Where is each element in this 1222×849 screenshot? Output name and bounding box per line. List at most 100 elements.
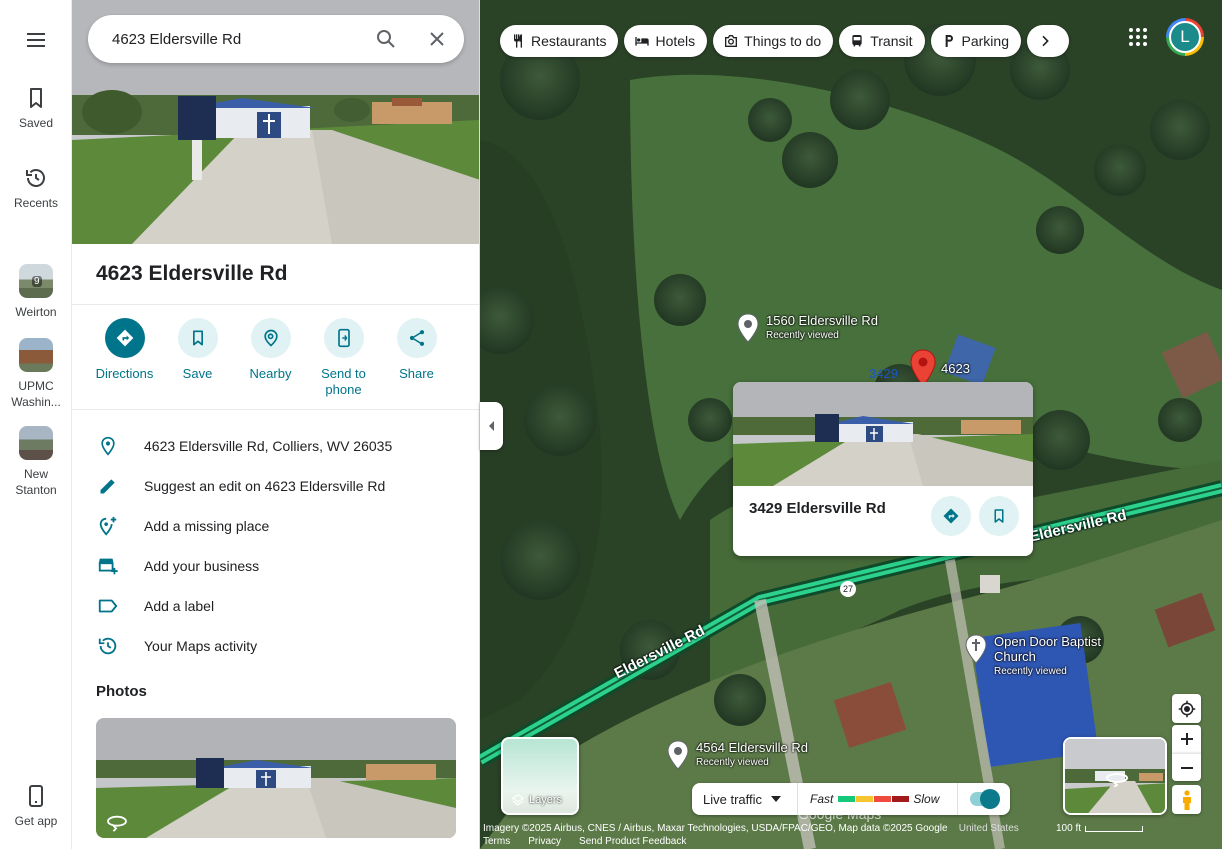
add-business-text: Add your business xyxy=(144,558,260,574)
card-directions-button[interactable] xyxy=(931,496,971,536)
place-hero-photo[interactable] xyxy=(72,0,479,244)
recent-count-badge: 9 xyxy=(32,276,42,287)
left-rail: Saved Recents 9 Weirton UPMC Washin... N… xyxy=(0,0,72,849)
save-button[interactable]: Save xyxy=(161,318,234,398)
nearby-label: Nearby xyxy=(249,366,292,381)
account-avatar[interactable]: L xyxy=(1166,18,1204,56)
recent-place-label: Weirton xyxy=(15,305,57,319)
chevron-left-icon xyxy=(488,421,494,431)
saved-label: Saved xyxy=(18,116,54,130)
nearby-button[interactable]: Nearby xyxy=(234,318,307,398)
add-missing-place-row[interactable]: Add a missing place xyxy=(72,506,479,546)
address-row[interactable]: 4623 Eldersville Rd, Colliers, WV 26035 xyxy=(72,426,479,466)
zoom-out-button[interactable] xyxy=(1172,753,1201,781)
chips-scroll-right-button[interactable] xyxy=(1026,25,1069,57)
nearby-icon xyxy=(263,329,278,347)
privacy-link[interactable]: Privacy xyxy=(528,836,561,847)
camera-icon xyxy=(725,35,738,47)
bookmark-icon xyxy=(192,330,203,346)
traffic-swatch-fast xyxy=(838,796,856,802)
poi-4564-eldersville[interactable]: 4564 Eldersville Rd Recently viewed xyxy=(666,740,808,770)
chip-hotels[interactable]: Hotels xyxy=(624,25,708,57)
recent-place-weirton[interactable]: 9 Weirton xyxy=(0,264,72,320)
get-app-button[interactable]: Get app xyxy=(0,784,72,828)
directions-icon xyxy=(116,329,133,347)
add-label-text: Add a label xyxy=(144,598,215,614)
place-actions: Directions Save Nearby Send to phone Sha… xyxy=(88,318,464,398)
terms-link[interactable]: Terms xyxy=(483,836,510,847)
recent-place-new-stanton[interactable]: New Stanton xyxy=(0,426,72,498)
recent-place-upmc[interactable]: UPMC Washin... xyxy=(0,338,72,410)
360-view-icon xyxy=(107,815,127,832)
directions-icon xyxy=(943,508,959,524)
feedback-link[interactable]: Send Product Feedback xyxy=(579,836,686,847)
add-business-icon xyxy=(96,554,120,578)
layers-label: Layers xyxy=(529,794,563,806)
menu-icon[interactable] xyxy=(24,28,48,52)
map-canvas[interactable]: Restaurants Hotels Things to do Transit … xyxy=(480,0,1222,849)
bookmark-icon xyxy=(994,509,1004,523)
chip-parking[interactable]: Parking xyxy=(930,25,1021,57)
chip-label: Transit xyxy=(870,33,913,49)
search-icon[interactable] xyxy=(374,27,398,51)
pegman-button[interactable] xyxy=(1172,785,1201,814)
history-icon xyxy=(26,169,45,187)
suggest-edit-row[interactable]: Suggest an edit on 4623 Eldersville Rd xyxy=(72,466,479,506)
chip-label: Hotels xyxy=(655,33,696,49)
google-apps-icon[interactable] xyxy=(1126,25,1150,49)
add-business-row[interactable]: Add your business xyxy=(72,546,479,586)
poi-name: Open Door Baptist Church xyxy=(994,634,1101,664)
restaurant-icon xyxy=(514,34,522,48)
traffic-legend: Fast Slow xyxy=(798,783,958,815)
traffic-fast-label: Fast xyxy=(810,792,834,806)
traffic-slow-label: Slow xyxy=(913,792,940,806)
place-preview-photo xyxy=(733,382,1033,486)
traffic-mode-select[interactable]: Live traffic xyxy=(692,783,798,815)
recent-place-label: UPMC Washin... xyxy=(11,379,61,409)
street-view-preview[interactable] xyxy=(1063,737,1167,815)
add-label-row[interactable]: Add a label xyxy=(72,586,479,626)
location-pin-icon xyxy=(667,740,689,770)
zoom-in-button[interactable] xyxy=(1172,725,1201,753)
poi-1560-eldersville[interactable]: 1560 Eldersville Rd Recently viewed xyxy=(736,313,878,343)
pegman-icon xyxy=(1182,789,1191,810)
chip-transit[interactable]: Transit xyxy=(839,25,925,57)
share-button[interactable]: Share xyxy=(380,318,453,398)
scale-bar[interactable]: 100 ft xyxy=(1056,823,1144,834)
recent-place-thumbnail: 9 xyxy=(19,264,53,298)
chip-restaurants[interactable]: Restaurants xyxy=(500,25,619,57)
location-pin-icon xyxy=(737,313,759,343)
send-to-phone-button[interactable]: Send to phone xyxy=(307,318,380,398)
place-info-list: 4623 Eldersville Rd, Colliers, WV 26035 … xyxy=(72,426,479,666)
search-input[interactable] xyxy=(112,30,372,48)
google-maps-app: Saved Recents 9 Weirton UPMC Washin... N… xyxy=(0,0,1222,849)
directions-button[interactable]: Directions xyxy=(88,318,161,398)
card-save-button[interactable] xyxy=(979,496,1019,536)
maps-activity-row[interactable]: Your Maps activity xyxy=(72,626,479,666)
street-view-photo-thumbnail[interactable] xyxy=(96,718,456,838)
place-preview-card[interactable]: 3429 Eldersville Rd xyxy=(733,382,1033,556)
poi-subtext: Recently viewed xyxy=(696,757,769,768)
traffic-mode-label: Live traffic xyxy=(703,791,763,807)
layers-button[interactable]: Layers xyxy=(501,737,579,815)
saved-button[interactable]: Saved xyxy=(0,86,72,130)
suggest-edit-text: Suggest an edit on 4623 Eldersville Rd xyxy=(144,478,386,494)
card-title: 3429 Eldersville Rd xyxy=(749,500,886,517)
route-shield: 27 xyxy=(840,581,856,597)
traffic-toggle[interactable] xyxy=(970,789,1000,809)
minus-icon xyxy=(1180,766,1193,769)
my-location-button[interactable] xyxy=(1172,694,1201,723)
traffic-swatch-slow xyxy=(874,796,892,802)
recents-button[interactable]: Recents xyxy=(0,166,72,210)
save-label: Save xyxy=(182,366,213,381)
collapse-panel-button[interactable] xyxy=(480,402,503,450)
360-view-icon xyxy=(1106,773,1128,787)
phone-icon xyxy=(29,785,43,807)
chip-things-to-do[interactable]: Things to do xyxy=(713,25,834,57)
close-icon[interactable] xyxy=(425,27,449,51)
poi-open-door-baptist-church[interactable]: Open Door Baptist Church Recently viewed xyxy=(964,634,1104,679)
send-to-phone-icon xyxy=(337,328,350,348)
imagery-attribution: Imagery ©2025 Airbus, CNES / Airbus, Max… xyxy=(483,823,948,834)
bookmark-icon xyxy=(30,88,42,108)
chevron-right-icon xyxy=(1042,35,1050,47)
